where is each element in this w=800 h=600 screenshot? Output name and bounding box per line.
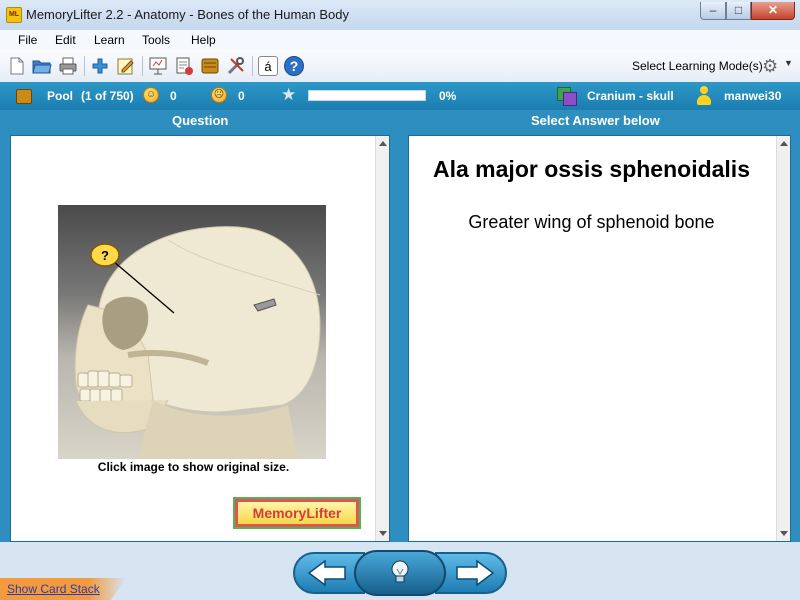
menu-file[interactable]: File [18,33,37,47]
image-caption: Click image to show original size. [97,460,290,474]
close-icon: ✕ [767,3,779,17]
new-document-icon[interactable] [7,56,27,76]
open-folder-icon[interactable] [32,56,52,76]
toolbar-separator [84,56,85,76]
sad-face-icon: ☹ [211,87,227,103]
answer-scrollbar[interactable] [776,136,790,541]
menu-help[interactable]: Help [191,33,216,47]
add-card-icon[interactable] [90,56,110,76]
toolbar: á ? Select Learning Mode(s) ⚙ ▼ [0,50,800,83]
scroll-up-icon[interactable] [379,141,387,146]
menu-bar: File Edit Learn Tools Help [0,30,800,50]
happy-face-icon: ☺ [143,87,159,103]
print-icon[interactable] [58,56,78,76]
scroll-up-icon[interactable] [780,141,788,146]
user-name: manwei30 [724,89,782,103]
star-icon: ★ [281,85,297,104]
minimize-button[interactable]: – [700,2,726,20]
question-marker-icon: ? [101,248,109,263]
wrong-count: 0 [238,89,245,103]
question-header: Question [172,113,229,128]
settings-tools-icon[interactable] [226,56,246,76]
arrow-left-icon [307,559,346,587]
close-button[interactable]: ✕ [751,2,795,20]
user-icon [697,86,711,106]
show-card-stack-link[interactable]: Show Card Stack [7,582,100,596]
menu-learn[interactable]: Learn [94,33,125,47]
question-image[interactable]: ? [58,205,326,459]
progress-bar [308,90,426,101]
maximize-icon: □ [734,3,743,17]
answer-header: Select Answer below [531,113,660,128]
minimize-icon: – [709,3,717,17]
box-icon[interactable] [200,56,220,76]
title-bar: ML MemoryLifter 2.2 - Anatomy - Bones of… [0,0,800,31]
pool-label: Pool [47,89,73,103]
chevron-down-icon[interactable]: ▼ [784,58,793,68]
question-scrollbar[interactable] [375,136,389,541]
hint-button[interactable] [354,550,446,596]
maximize-button[interactable]: □ [726,2,751,20]
window-title: MemoryLifter 2.2 - Anatomy - Bones of th… [26,7,349,22]
chapter-icon[interactable] [557,87,577,106]
print-cards-icon[interactable] [174,56,194,76]
menu-edit[interactable]: Edit [55,33,76,47]
main-area: Question Select Answer below ? Click ima… [0,110,800,580]
arrow-right-icon [456,559,495,587]
answer-text: Greater wing of sphenoid bone [468,212,715,232]
status-bar: Pool (1 of 750) ☺ 0 ☹ 0 ★ 0% Cranium - s… [0,82,800,110]
menu-tools[interactable]: Tools [142,33,170,47]
help-icon[interactable]: ? [284,56,304,76]
memorylifter-logo: MemoryLifter [233,497,361,529]
show-card-stack-tab: Show Card Stack [0,578,126,600]
question-pane: ? Click image to show original size. Mem… [10,135,390,542]
presentation-icon[interactable] [148,56,168,76]
scroll-down-icon[interactable] [780,531,788,536]
edit-card-icon[interactable] [116,56,136,76]
toolbar-separator [252,56,253,76]
app-logo-icon: ML [6,7,22,23]
learning-mode-label[interactable]: Select Learning Mode(s) [632,59,763,73]
correct-count: 0 [170,89,177,103]
navigation-bar [0,542,800,600]
gear-icon[interactable]: ⚙ [762,56,778,76]
answer-title: Ala major ossis sphenoidalis [433,156,750,182]
pool-box-icon [16,89,32,104]
answer-pane: Ala major ossis sphenoidalis Greater win… [408,135,791,542]
toolbar-separator [142,56,143,76]
progress-percent: 0% [439,89,457,103]
scroll-down-icon[interactable] [379,531,387,536]
lightbulb-icon [391,560,409,583]
special-character-icon[interactable]: á [258,56,278,76]
pool-count: (1 of 750) [81,89,134,103]
chapter-label[interactable]: Cranium - skull [587,89,674,103]
